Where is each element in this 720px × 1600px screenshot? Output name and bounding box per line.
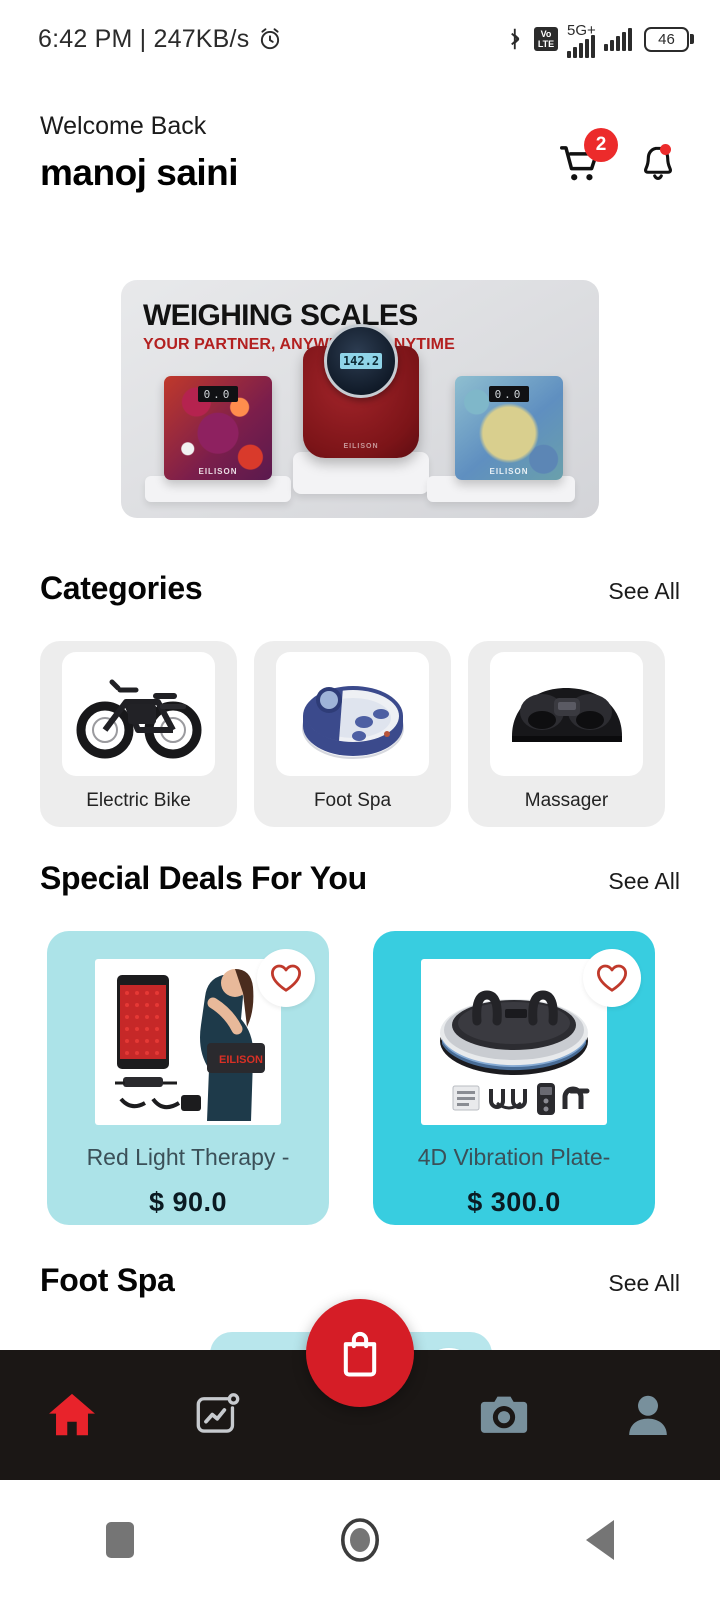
- scale-center-display: 142.2: [339, 353, 383, 369]
- deal-card-red-light-therapy[interactable]: EILISON Red Light Therapy - $ 90.0: [47, 931, 329, 1225]
- weighing-scale-center-image: 142.2 EILISON: [303, 324, 419, 458]
- circle-home-icon: [340, 1518, 380, 1562]
- foot-spa-see-all-link[interactable]: See All: [608, 1270, 680, 1297]
- favorite-button[interactable]: [257, 949, 315, 1007]
- cart-badge: 2: [584, 128, 618, 162]
- status-bar-right: Vo LTE 5G+ 46: [505, 21, 694, 58]
- square-recents-icon: [106, 1522, 134, 1558]
- category-label: Electric Bike: [86, 790, 191, 811]
- person-icon: [629, 1395, 667, 1435]
- nav-item-profile[interactable]: [593, 1350, 703, 1480]
- category-label: Foot Spa: [313, 790, 392, 811]
- status-bar-left: 6:42 PM | 247KB/s: [38, 25, 283, 54]
- user-name: manoj saini: [40, 152, 239, 193]
- categories-row: Electric Bike Foot Spa Massager: [40, 641, 680, 827]
- scale-dial: 142.2: [324, 324, 398, 398]
- home-icon: [49, 1393, 95, 1436]
- category-card-foot-spa[interactable]: Foot Spa: [254, 641, 451, 827]
- nav-item-home[interactable]: [17, 1350, 127, 1480]
- greeting-block: Welcome Back manoj saini: [40, 112, 239, 194]
- category-card-electric-bike[interactable]: Electric Bike: [40, 641, 237, 827]
- scale-right-brand: EILISON: [489, 467, 529, 476]
- status-bar: 6:42 PM | 247KB/s Vo LTE 5G+ 46: [0, 0, 720, 78]
- android-system-navigation: [0, 1480, 720, 1600]
- svg-text:EILISON: EILISON: [219, 1054, 263, 1066]
- special-deals-section-header: Special Deals For You See All: [0, 860, 720, 897]
- weighing-scale-right-image: 0.0 EILISON: [455, 376, 563, 480]
- special-deals-see-all-link[interactable]: See All: [608, 868, 680, 895]
- bluetooth-icon: [511, 28, 520, 50]
- heart-icon: [597, 964, 627, 992]
- heart-icon: [271, 964, 301, 992]
- cart-button[interactable]: 2: [558, 128, 618, 186]
- shopping-bag-icon: [343, 1331, 377, 1377]
- greeting-text: Welcome Back: [40, 112, 207, 140]
- signal-bars-sim1: [567, 34, 595, 58]
- alarm-clock-icon: [261, 28, 280, 50]
- app-screen: 6:42 PM | 247KB/s Vo LTE 5G+ 46 Welcome …: [0, 0, 720, 1600]
- category-label: Massager: [524, 790, 609, 811]
- foot-spa-section-header: Foot Spa See All: [0, 1262, 720, 1299]
- scale-left-display: 0.0: [198, 386, 238, 402]
- special-deals-row: EILISON Red Light Therapy - $ 90.0 4D Vi…: [47, 931, 674, 1225]
- promo-banner[interactable]: WEIGHING SCALES YOUR PARTNER, ANYWHERE, …: [121, 280, 599, 518]
- electric-bike-image: [62, 652, 215, 776]
- header-actions: 2: [558, 128, 680, 186]
- foot-spa-title: Foot Spa: [40, 1262, 175, 1298]
- volte-line-1: Vo: [540, 29, 552, 39]
- notification-bell-icon: [643, 146, 673, 181]
- favorite-button[interactable]: [583, 949, 641, 1007]
- scale-left-brand: EILISON: [198, 467, 238, 476]
- status-time-and-datarate: 6:42 PM | 247KB/s: [38, 24, 250, 53]
- deal-price: $ 300.0: [467, 1187, 561, 1217]
- foot-spa-image: [276, 652, 429, 776]
- app-header: Welcome Back manoj saini 2: [0, 112, 720, 194]
- nav-item-analytics[interactable]: [161, 1350, 271, 1480]
- recents-button[interactable]: [60, 1480, 180, 1600]
- back-button[interactable]: [540, 1480, 660, 1600]
- volte-icon: Vo LTE: [534, 27, 558, 51]
- signal-bars-sim2: [604, 27, 632, 51]
- scale-center-brand: EILISON: [343, 443, 379, 450]
- foot-massager-image: [490, 652, 643, 776]
- camera-icon: [480, 1396, 528, 1433]
- categories-title: Categories: [40, 570, 203, 606]
- categories-see-all-link[interactable]: See All: [608, 578, 680, 605]
- deal-title: 4D Vibration Plate-: [417, 1144, 611, 1170]
- shopping-bag-fab-button[interactable]: [306, 1299, 414, 1407]
- triangle-back-icon: [586, 1520, 614, 1560]
- deal-title: Red Light Therapy -: [86, 1144, 290, 1170]
- categories-section-header: Categories See All: [0, 570, 720, 607]
- home-button[interactable]: [300, 1480, 420, 1600]
- deal-price: $ 90.0: [148, 1187, 228, 1217]
- volte-line-2: LTE: [537, 39, 555, 49]
- nav-item-camera[interactable]: [449, 1350, 559, 1480]
- deal-card-4d-vibration-plate[interactable]: 4D Vibration Plate- $ 300.0: [373, 931, 655, 1225]
- 4d-vibration-plate-image: [421, 959, 607, 1125]
- battery-indicator: 46: [644, 26, 694, 52]
- notification-dot: [660, 144, 671, 155]
- weighing-scale-left-image: 0.0 EILISON: [164, 376, 272, 480]
- scale-right-display: 0.0: [489, 386, 529, 402]
- special-deals-title: Special Deals For You: [40, 860, 367, 896]
- category-card-massager[interactable]: Massager: [468, 641, 665, 827]
- notifications-button[interactable]: [636, 142, 680, 186]
- red-light-therapy-belt-image: EILISON: [95, 959, 281, 1125]
- analytics-chart-icon: [196, 1393, 240, 1433]
- battery-percent: 46: [658, 30, 675, 48]
- pedestal-center: [293, 452, 429, 494]
